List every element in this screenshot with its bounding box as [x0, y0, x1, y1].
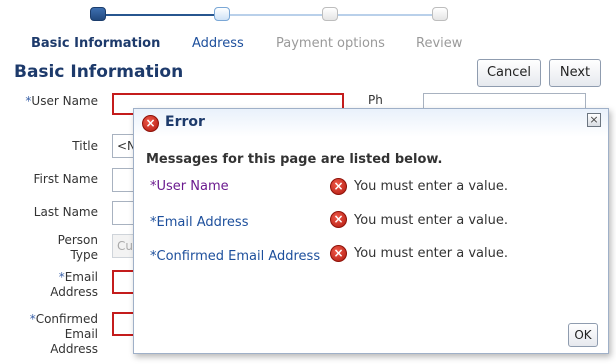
message-link-email-address-text: Email Address [156, 215, 249, 230]
train-line-done [104, 14, 220, 16]
close-icon[interactable]: × [587, 113, 601, 127]
person-type-label: Person Type [57, 233, 98, 262]
train-stop-review [432, 7, 448, 21]
user-name-label-text: User Name [31, 94, 98, 108]
message-text: You must enter a value. [354, 213, 508, 228]
dialog-title: Error [165, 114, 205, 130]
email-label: *Email Address [30, 270, 98, 300]
user-name-label: *User Name [20, 94, 98, 109]
train-stop-payment-options [322, 7, 338, 21]
train-stop-address[interactable] [214, 7, 230, 21]
confirmed-email-label-text: Confirmed Email Address [35, 312, 98, 356]
wizard-train: Basic Information Address Payment option… [0, 0, 616, 58]
error-icon: × [142, 115, 159, 132]
dialog-heading: Messages for this page are listed below. [146, 152, 443, 167]
message-link-user-name[interactable]: *User Name [150, 179, 229, 194]
phone-label-partial: Ph [368, 93, 383, 107]
message-link-email-address[interactable]: *Email Address [150, 215, 248, 230]
first-name-label: First Name [33, 172, 98, 186]
message-link-confirmed-email-address[interactable]: *Confirmed Email Address [150, 249, 320, 264]
last-name-label: Last Name [33, 205, 98, 219]
title-label: Title [72, 139, 98, 153]
cancel-button[interactable]: Cancel [477, 59, 541, 87]
dialog-header[interactable]: × Error × [134, 109, 608, 137]
message-text: You must enter a value. [354, 246, 508, 261]
train-stop-basic-information [90, 7, 106, 21]
email-label-text: Email Address [50, 270, 98, 299]
message-text: You must enter a value. [354, 179, 508, 194]
message-link-confirmed-email-address-text: Confirmed Email Address [156, 249, 321, 264]
confirmed-email-label: *Confirmed Email Address [20, 312, 98, 357]
error-icon: × [330, 178, 347, 195]
error-icon: × [330, 245, 347, 262]
train-label-payment-options: Payment options [276, 36, 385, 51]
next-button[interactable]: Next [549, 59, 601, 87]
ok-button[interactable]: OK [568, 323, 598, 347]
message-link-user-name-text: User Name [156, 179, 229, 194]
page-title: Basic Information [14, 62, 184, 82]
error-dialog: × Error × Messages for this page are lis… [133, 108, 609, 354]
train-label-address[interactable]: Address [192, 36, 244, 51]
train-label-basic-information: Basic Information [31, 36, 161, 51]
error-icon: × [330, 211, 347, 228]
train-label-review: Review [416, 36, 463, 51]
